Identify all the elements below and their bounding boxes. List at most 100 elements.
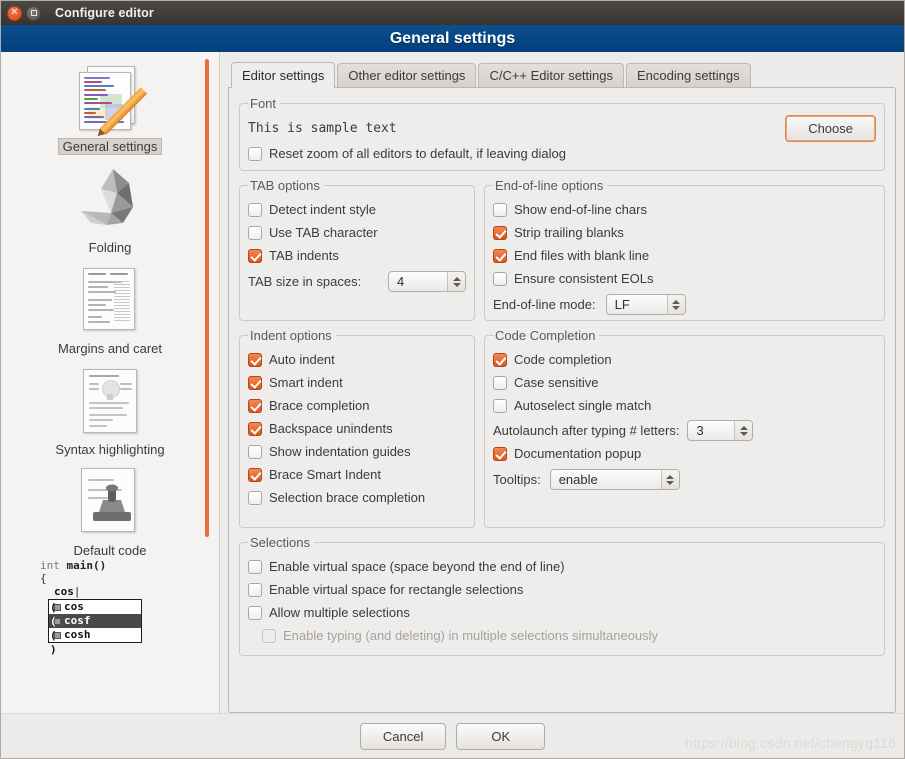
- sidebar-item-default-code[interactable]: Default code int main() { cos| cos cosf: [1, 464, 219, 657]
- checkbox-box[interactable]: [248, 444, 262, 459]
- autolaunch-value[interactable]: 3: [688, 421, 734, 440]
- spinner-arrows[interactable]: [660, 470, 679, 489]
- sidebar-item-syntax-highlighting[interactable]: Syntax highlighting: [1, 363, 219, 464]
- tooltips-combobox[interactable]: enable: [549, 469, 680, 490]
- spinner-arrows[interactable]: [447, 272, 465, 291]
- brace-smart-indent-checkbox[interactable]: Brace Smart Indent: [248, 464, 466, 485]
- sidebar-scrollbar[interactable]: [205, 59, 209, 537]
- checkbox-box[interactable]: [248, 225, 262, 240]
- checkbox-box[interactable]: [493, 202, 507, 217]
- checkbox-box[interactable]: [248, 146, 262, 161]
- show-eol-chars-checkbox[interactable]: Show end-of-line chars: [493, 199, 876, 220]
- default-code-preview: int main() { cos| cos cosf cosh: [40, 559, 180, 657]
- checkbox-label: Backspace unindents: [269, 421, 393, 436]
- detect-indent-style-checkbox[interactable]: Detect indent style: [248, 199, 466, 220]
- tooltips-label: Tooltips:: [493, 472, 541, 487]
- smart-indent-checkbox[interactable]: Smart indent: [248, 372, 466, 393]
- tab-options-group: TAB options Detect indent style Use TAB …: [239, 178, 475, 321]
- allow-multiple-selections-checkbox[interactable]: Allow multiple selections: [248, 602, 876, 623]
- end-files-with-blank-line-checkbox[interactable]: End files with blank line: [493, 245, 876, 266]
- checkbox-box[interactable]: [248, 559, 262, 574]
- enable-virtual-space-rectangle-checkbox[interactable]: Enable virtual space for rectangle selec…: [248, 579, 876, 600]
- page-title-text: General settings: [389, 29, 516, 47]
- watermark-text: https://blog.csdn.net/chengyq116: [685, 735, 896, 751]
- strip-trailing-blanks-checkbox[interactable]: Strip trailing blanks: [493, 222, 876, 243]
- spinner-arrows[interactable]: [666, 295, 685, 314]
- spinner-down-icon[interactable]: [666, 480, 675, 485]
- selections-group: Selections Enable virtual space (space b…: [239, 535, 885, 656]
- checkbox-box[interactable]: [248, 248, 262, 263]
- case-sensitive-checkbox[interactable]: Case sensitive: [493, 372, 876, 393]
- checkbox-label: Selection brace completion: [269, 490, 426, 505]
- tab-cpp-editor-settings[interactable]: C/C++ Editor settings: [478, 63, 624, 87]
- checkbox-box[interactable]: [248, 467, 262, 482]
- completion-item[interactable]: cos: [49, 600, 141, 629]
- tab-size-spinner[interactable]: 4: [388, 271, 466, 292]
- ensure-consistent-eols-checkbox[interactable]: Ensure consistent EOLs: [493, 268, 876, 289]
- checkbox-box[interactable]: [493, 248, 507, 263]
- show-indentation-guides-checkbox[interactable]: Show indentation guides: [248, 441, 466, 462]
- checkbox-box[interactable]: [248, 202, 262, 217]
- choose-font-button[interactable]: Choose: [785, 115, 876, 142]
- checkbox-box[interactable]: [248, 490, 262, 505]
- code-completion-checkbox[interactable]: Code completion: [493, 349, 876, 370]
- spinner-up-icon[interactable]: [666, 474, 675, 479]
- checkbox-box[interactable]: [493, 375, 507, 390]
- checkbox-box[interactable]: [248, 605, 262, 620]
- maximize-icon[interactable]: [26, 5, 41, 21]
- spinner-up-icon[interactable]: [672, 299, 681, 304]
- tab-encoding-settings[interactable]: Encoding settings: [626, 63, 751, 87]
- sidebar-item-general-settings[interactable]: General settings: [1, 60, 219, 161]
- checkbox-box[interactable]: [248, 352, 262, 367]
- checkbox-box[interactable]: [248, 421, 262, 436]
- tab-size-label: TAB size in spaces:: [248, 274, 362, 289]
- spinner-down-icon[interactable]: [452, 282, 461, 287]
- brace-completion-checkbox[interactable]: Brace completion: [248, 395, 466, 416]
- checkbox-box[interactable]: [248, 398, 262, 413]
- spinner-arrows[interactable]: [734, 421, 753, 440]
- spinner-down-icon[interactable]: [672, 305, 681, 310]
- auto-indent-checkbox[interactable]: Auto indent: [248, 349, 466, 370]
- tab-other-editor-settings[interactable]: Other editor settings: [337, 63, 477, 87]
- sidebar-item-margins-and-caret[interactable]: Margins and caret: [1, 262, 219, 363]
- autoselect-single-match-checkbox[interactable]: Autoselect single match: [493, 395, 876, 416]
- code-completion-popup[interactable]: cos cosf cosh: [48, 599, 142, 657]
- backspace-unindents-checkbox[interactable]: Backspace unindents: [248, 418, 466, 439]
- tab-editor-settings[interactable]: Editor settings: [231, 62, 336, 88]
- sidebar-item-folding[interactable]: Folding: [1, 161, 219, 262]
- tab-size-value[interactable]: 4: [389, 272, 447, 291]
- documentation-popup-checkbox[interactable]: Documentation popup: [493, 443, 876, 464]
- spinner-up-icon[interactable]: [452, 276, 461, 281]
- checkbox-box[interactable]: [493, 271, 507, 286]
- origami-bird-icon: [67, 163, 153, 237]
- spinner-down-icon[interactable]: [739, 431, 748, 436]
- checkbox-box[interactable]: [493, 225, 507, 240]
- checkbox-box[interactable]: [493, 446, 507, 461]
- reset-zoom-checkbox[interactable]: Reset zoom of all editors to default, if…: [248, 143, 876, 164]
- dialog-footer: Cancel OK https://blog.csdn.net/chengyq1…: [1, 713, 904, 758]
- spinner-up-icon[interactable]: [739, 425, 748, 430]
- checkbox-box[interactable]: [493, 398, 507, 413]
- selection-brace-completion-checkbox[interactable]: Selection brace completion: [248, 487, 466, 508]
- sidebar-item-label: Default code: [73, 543, 147, 558]
- use-tab-character-checkbox[interactable]: Use TAB character: [248, 222, 466, 243]
- ok-button[interactable]: OK: [456, 722, 546, 750]
- enable-virtual-space-checkbox[interactable]: Enable virtual space (space beyond the e…: [248, 556, 876, 577]
- origami-bird-svg: [81, 169, 133, 225]
- close-icon[interactable]: ✕: [7, 5, 22, 21]
- completion-item-selected[interactable]: cosf: [49, 614, 141, 643]
- eol-mode-spinner[interactable]: LF: [605, 294, 686, 315]
- stamp-icon: [93, 484, 131, 521]
- checkbox-box[interactable]: [493, 352, 507, 367]
- eol-options-legend: End-of-line options: [495, 178, 604, 193]
- checkbox-box[interactable]: [248, 582, 262, 597]
- tab-indents-checkbox[interactable]: TAB indents: [248, 245, 466, 266]
- tooltips-value[interactable]: enable: [551, 470, 661, 489]
- autolaunch-spinner[interactable]: 3: [687, 420, 754, 441]
- tab-bar: Editor settings Other editor settings C/…: [231, 61, 896, 88]
- cancel-button[interactable]: Cancel: [359, 722, 447, 750]
- completion-item[interactable]: cosh: [49, 628, 141, 657]
- checkbox-box[interactable]: [248, 375, 262, 390]
- sidebar-item-label: Margins and caret: [57, 341, 163, 356]
- eol-mode-value[interactable]: LF: [607, 295, 667, 314]
